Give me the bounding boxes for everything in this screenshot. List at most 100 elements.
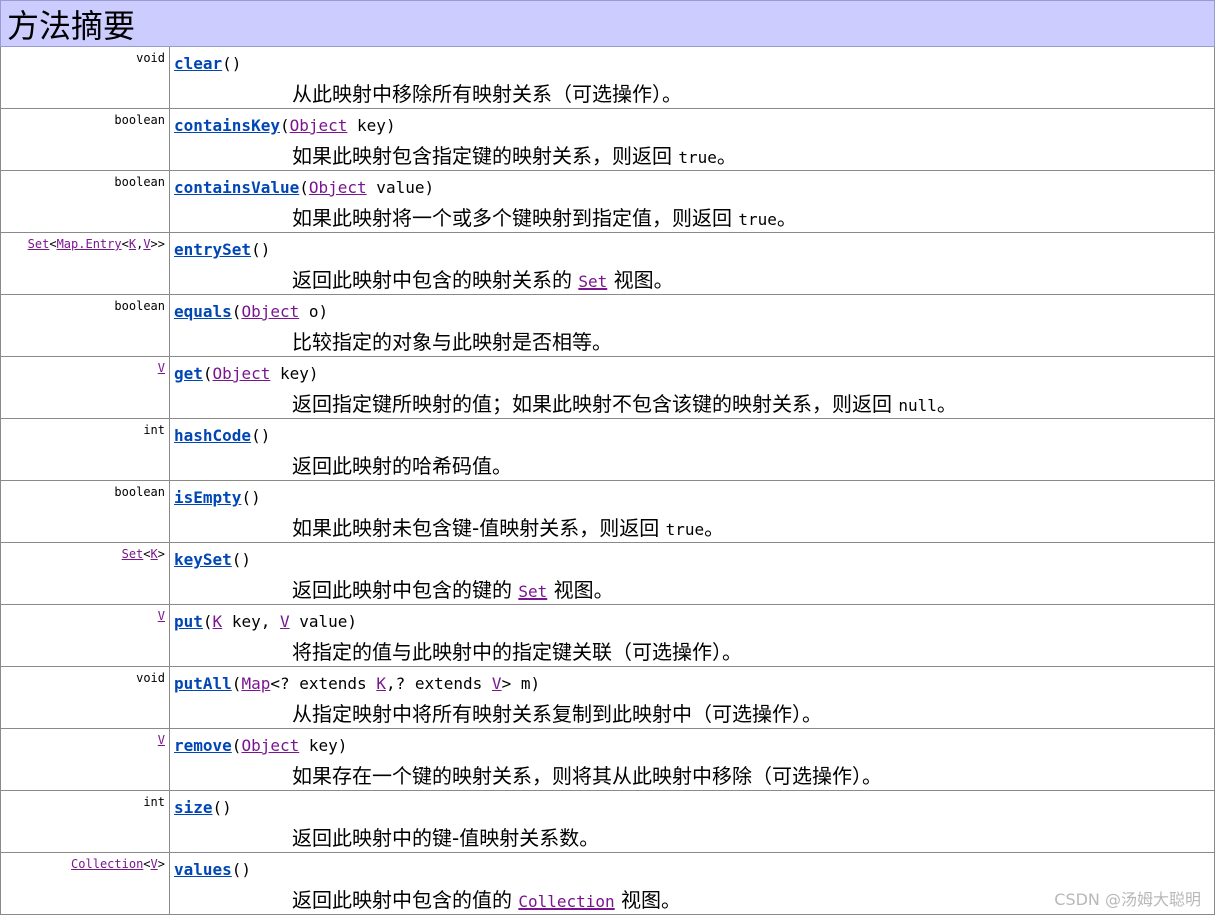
code-literal: Collection — [518, 892, 615, 911]
desc-text: 视图。 — [607, 268, 674, 292]
method-link[interactable]: values — [174, 860, 232, 879]
method-detail: equals(Object o) 比较指定的对象与此映射是否相等。 — [170, 295, 1214, 356]
method-detail: put(K key, V value) 将指定的值与此映射中的指定键关联（可选操作… — [170, 605, 1214, 666]
method-link[interactable]: isEmpty — [174, 488, 241, 507]
method-description: 返回此映射中包含的映射关系的 Set 视图。 — [292, 264, 1214, 293]
method-detail: remove(Object key) 如果存在一个键的映射关系，则将其从此映射中移… — [170, 729, 1214, 790]
method-link[interactable]: entrySet — [174, 240, 251, 259]
desc-text: 返回此映射中的键-值映射关系数。 — [292, 826, 600, 850]
method-link[interactable]: equals — [174, 302, 232, 321]
method-link[interactable]: size — [174, 798, 213, 817]
method-summary: 方法摘要 void clear() 从此映射中移除所有映射关系（可选操作）。 bool… — [0, 0, 1215, 915]
method-link[interactable]: get — [174, 364, 203, 383]
method-signature: put(K key, V value) — [174, 612, 1214, 634]
type-link[interactable]: V — [151, 857, 158, 871]
return-type: Collection<V> — [1, 853, 170, 914]
method-description: 从此映射中移除所有映射关系（可选操作）。 — [292, 78, 1214, 107]
type-link[interactable]: Object — [241, 736, 299, 755]
method-row-containsKey: boolean containsKey(Object key) 如果此映射包含指定键… — [0, 109, 1215, 171]
code-text: > — [157, 857, 165, 871]
code-text: key) — [270, 364, 319, 383]
method-link[interactable]: putAll — [174, 674, 232, 693]
method-link[interactable]: clear — [174, 54, 222, 73]
method-description: 如果此映射未包含键-值映射关系，则返回 true。 — [292, 512, 1214, 541]
type-link[interactable]: V — [158, 609, 165, 623]
method-row-isEmpty: boolean isEmpty() 如果此映射未包含键-值映射关系，则返回 true… — [0, 481, 1215, 543]
code-text: ( — [231, 736, 242, 755]
type-link[interactable]: Map.Entry — [57, 237, 122, 251]
type-link[interactable]: Object — [213, 364, 271, 383]
desc-text: 如果此映射包含指定键的映射关系，则返回 — [292, 144, 679, 168]
code-text: () — [251, 240, 271, 259]
type-link[interactable]: Object — [309, 178, 367, 197]
method-link[interactable]: containsValue — [174, 178, 299, 197]
code-text: key) — [347, 116, 396, 135]
method-signature: hashCode() — [174, 426, 1214, 448]
code-text: key, — [222, 612, 280, 631]
type-link[interactable]: Collection — [518, 888, 614, 912]
type-link[interactable]: K — [376, 674, 386, 693]
method-row-clear: void clear() 从此映射中移除所有映射关系（可选操作）。 — [0, 47, 1215, 109]
type-link[interactable]: K — [151, 547, 158, 561]
method-link[interactable]: remove — [174, 736, 232, 755]
code-literal: true — [738, 210, 777, 229]
desc-text: 从指定映射中将所有映射关系复制到此映射中（可选操作）。 — [292, 702, 822, 726]
method-link[interactable]: keySet — [174, 550, 232, 569]
type-link[interactable]: Set — [122, 547, 144, 561]
code-text: () — [222, 54, 242, 73]
code-text: value) — [366, 178, 435, 197]
type-link[interactable]: K — [129, 237, 136, 251]
desc-text: 将指定的值与此映射中的指定键关联（可选操作）。 — [292, 640, 742, 664]
method-link[interactable]: put — [174, 612, 203, 631]
code-text: boolean — [114, 113, 165, 127]
method-detail: putAll(Map<? extends K,? extends V> m) 从指… — [170, 667, 1214, 728]
return-type: void — [1, 667, 170, 728]
method-signature: size() — [174, 798, 1214, 820]
method-signature: containsValue(Object value) — [174, 178, 1214, 200]
method-signature: entrySet() — [174, 240, 1214, 262]
type-link[interactable]: Set — [578, 268, 607, 292]
type-link[interactable]: V — [280, 612, 290, 631]
type-link[interactable]: Set — [518, 578, 547, 602]
type-link[interactable]: V — [492, 674, 502, 693]
method-row-remove: Vremove(Object key) 如果存在一个键的映射关系，则将其从此映射中… — [0, 729, 1215, 791]
method-signature: putAll(Map<? extends K,? extends V> m) — [174, 674, 1214, 696]
type-link[interactable]: V — [158, 361, 165, 375]
code-text: () — [251, 426, 271, 445]
code-text: () — [212, 798, 232, 817]
desc-text: 如果此映射将一个或多个键映射到指定值，则返回 — [292, 206, 739, 230]
type-link[interactable]: V — [158, 733, 165, 747]
type-link[interactable]: Object — [241, 302, 299, 321]
method-link[interactable]: hashCode — [174, 426, 251, 445]
desc-text: 。 — [704, 516, 725, 540]
method-detail: containsKey(Object key) 如果此映射包含指定键的映射关系，则… — [170, 109, 1214, 170]
desc-text: 如果此映射未包含键-值映射关系，则返回 — [292, 516, 666, 540]
method-description: 返回此映射中的键-值映射关系数。 — [292, 822, 1214, 851]
method-description: 如果此映射将一个或多个键映射到指定值，则返回 true。 — [292, 202, 1214, 231]
code-literal: null — [898, 396, 937, 415]
type-link[interactable]: Collection — [71, 857, 143, 871]
type-link[interactable]: K — [213, 612, 223, 631]
type-link[interactable]: V — [143, 237, 150, 251]
method-row-size: int size() 返回此映射中的键-值映射关系数。 — [0, 791, 1215, 853]
method-detail: size() 返回此映射中的键-值映射关系数。 — [170, 791, 1214, 852]
method-detail: keySet() 返回此映射中包含的键的 Set 视图。 — [170, 543, 1214, 604]
code-text: key) — [299, 736, 348, 755]
code-text: >> — [150, 237, 165, 251]
method-detail: containsValue(Object value) 如果此映射将一个或多个键映… — [170, 171, 1214, 232]
code-text: < — [121, 237, 129, 251]
code-text: ,? extends — [385, 674, 492, 693]
method-row-entrySet: Set<Map.Entry<K,V>> entrySet() 返回此映射中包含的映射… — [0, 233, 1215, 295]
return-type: Set<K> — [1, 543, 170, 604]
type-link[interactable]: Set — [28, 237, 50, 251]
type-link[interactable]: Map — [241, 674, 270, 693]
method-row-keySet: Set<K> keySet() 返回此映射中包含的键的 Set 视图。 — [0, 543, 1215, 605]
method-detail: entrySet() 返回此映射中包含的映射关系的 Set 视图。 — [170, 233, 1214, 294]
type-link[interactable]: Object — [290, 116, 348, 135]
return-type: V — [1, 357, 170, 418]
method-description: 返回此映射的哈希码值。 — [292, 450, 1214, 479]
method-link[interactable]: containsKey — [174, 116, 280, 135]
code-text: ( — [231, 302, 242, 321]
desc-text: 如果存在一个键的映射关系，则将其从此映射中移除（可选操作）。 — [292, 764, 882, 788]
desc-text: 返回此映射中包含的值的 — [292, 888, 519, 912]
